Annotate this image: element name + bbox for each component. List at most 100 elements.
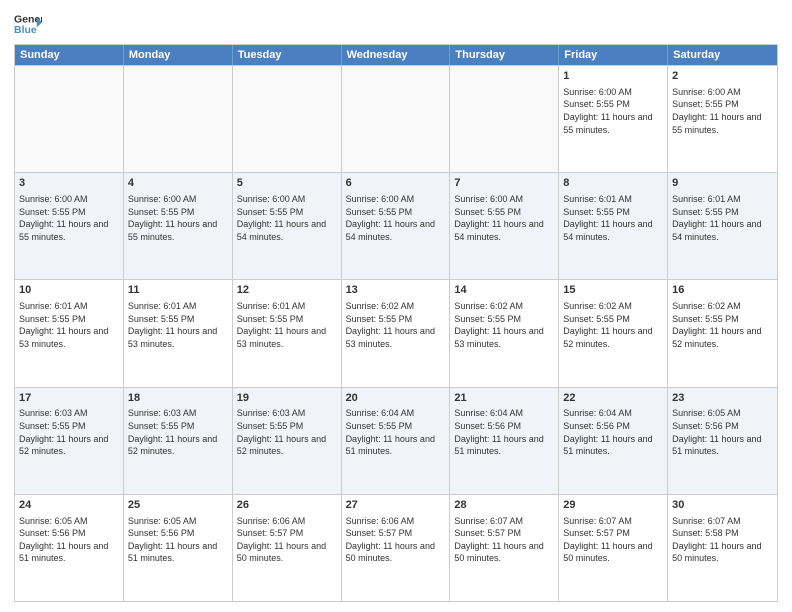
- day-number: 6: [346, 176, 446, 191]
- day-number: 20: [346, 391, 446, 406]
- day-number: 16: [672, 283, 773, 298]
- day-number: 17: [19, 391, 119, 406]
- cal-cell: 3Sunrise: 6:00 AM Sunset: 5:55 PM Daylig…: [15, 173, 124, 279]
- svg-text:Blue: Blue: [14, 24, 37, 36]
- day-number: 23: [672, 391, 773, 406]
- day-number: 11: [128, 283, 228, 298]
- day-info: Sunrise: 6:00 AM Sunset: 5:55 PM Dayligh…: [563, 86, 663, 136]
- day-info: Sunrise: 6:07 AM Sunset: 5:57 PM Dayligh…: [454, 515, 554, 565]
- header: General Blue: [14, 10, 778, 38]
- day-info: Sunrise: 6:04 AM Sunset: 5:56 PM Dayligh…: [563, 407, 663, 457]
- cal-cell: 23Sunrise: 6:05 AM Sunset: 5:56 PM Dayli…: [668, 388, 777, 494]
- day-info: Sunrise: 6:03 AM Sunset: 5:55 PM Dayligh…: [19, 407, 119, 457]
- cal-cell: 29 Sunrise: 6:07 AM Sunset: 5:57 PM Dayli…: [559, 495, 668, 601]
- cal-cell: [124, 66, 233, 172]
- cal-cell: 1 Sunrise: 6:00 AM Sunset: 5:55 PM Daylig…: [559, 66, 668, 172]
- day-number: 27: [346, 498, 446, 513]
- cal-cell: [450, 66, 559, 172]
- cal-cell: 14 Sunrise: 6:02 AM Sunset: 5:55 PM Dayli…: [450, 280, 559, 386]
- day-info: Sunrise: 6:01 AM Sunset: 5:55 PM Dayligh…: [237, 300, 337, 350]
- day-info: Sunrise: 6:00 AM Sunset: 5:55 PM Dayligh…: [128, 193, 228, 243]
- calendar: SundayMondayTuesdayWednesdayThursdayFrid…: [14, 44, 778, 602]
- day-number: 1: [563, 69, 663, 84]
- cal-cell: 4 Sunrise: 6:00 AM Sunset: 5:55 PM Daylig…: [124, 173, 233, 279]
- header-cell-sunday: Sunday: [15, 45, 124, 65]
- day-info: Sunrise: 6:03 AM Sunset: 5:55 PM Dayligh…: [128, 407, 228, 457]
- cal-cell: 26 Sunrise: 6:06 AM Sunset: 5:57 PM Dayli…: [233, 495, 342, 601]
- day-number: 25: [128, 498, 228, 513]
- cal-cell: 27 Sunrise: 6:06 AM Sunset: 5:57 PM Dayli…: [342, 495, 451, 601]
- day-info: Sunrise: 6:06 AM Sunset: 5:57 PM Dayligh…: [237, 515, 337, 565]
- day-number: 7: [454, 176, 554, 191]
- header-cell-saturday: Saturday: [668, 45, 777, 65]
- week-row-2: 3 Sunrise: 6:00 AM Sunset: 5:55 PM Daylig…: [15, 172, 777, 279]
- day-info: Sunrise: 6:02 AM Sunset: 5:55 PM Dayligh…: [563, 300, 663, 350]
- day-info: Sunrise: 6:01 AM Sunset: 5:55 PM Dayligh…: [128, 300, 228, 350]
- day-number: 14: [454, 283, 554, 298]
- page: General Blue SundayMondayTuesdayWednesda…: [0, 0, 792, 612]
- day-number: 15: [563, 283, 663, 298]
- logo: General Blue: [14, 10, 42, 38]
- day-info: Sunrise: 6:03 AM Sunset: 5:55 PM Dayligh…: [237, 407, 337, 457]
- cal-cell: 8 Sunrise: 6:01 AM Sunset: 5:55 PM Daylig…: [559, 173, 668, 279]
- cal-cell: 11 Sunrise: 6:01 AM Sunset: 5:55 PM Dayli…: [124, 280, 233, 386]
- cal-cell: 9Sunrise: 6:01 AM Sunset: 5:55 PM Daylig…: [668, 173, 777, 279]
- day-info: Sunrise: 6:01 AM Sunset: 5:55 PM Dayligh…: [19, 300, 119, 350]
- logo-icon: General Blue: [14, 10, 42, 38]
- day-number: 22: [563, 391, 663, 406]
- day-number: 9: [672, 176, 773, 191]
- day-number: 3: [19, 176, 119, 191]
- cal-cell: 22Sunrise: 6:04 AM Sunset: 5:56 PM Dayli…: [559, 388, 668, 494]
- day-info: Sunrise: 6:04 AM Sunset: 5:55 PM Dayligh…: [346, 407, 446, 457]
- cal-cell: 6 Sunrise: 6:00 AM Sunset: 5:55 PM Daylig…: [342, 173, 451, 279]
- day-number: 19: [237, 391, 337, 406]
- day-number: 21: [454, 391, 554, 406]
- week-row-4: 17Sunrise: 6:03 AM Sunset: 5:55 PM Dayli…: [15, 387, 777, 494]
- cal-cell: 20Sunrise: 6:04 AM Sunset: 5:55 PM Dayli…: [342, 388, 451, 494]
- cal-cell: 15 Sunrise: 6:02 AM Sunset: 5:55 PM Dayli…: [559, 280, 668, 386]
- day-number: 4: [128, 176, 228, 191]
- day-info: Sunrise: 6:00 AM Sunset: 5:55 PM Dayligh…: [237, 193, 337, 243]
- day-info: Sunrise: 6:01 AM Sunset: 5:55 PM Dayligh…: [563, 193, 663, 243]
- cal-cell: 7 Sunrise: 6:00 AM Sunset: 5:55 PM Daylig…: [450, 173, 559, 279]
- cal-cell: 25 Sunrise: 6:05 AM Sunset: 5:56 PM Dayli…: [124, 495, 233, 601]
- header-cell-monday: Monday: [124, 45, 233, 65]
- day-info: Sunrise: 6:06 AM Sunset: 5:57 PM Dayligh…: [346, 515, 446, 565]
- day-info: Sunrise: 6:00 AM Sunset: 5:55 PM Dayligh…: [346, 193, 446, 243]
- cal-cell: 10 Sunrise: 6:01 AM Sunset: 5:55 PM Dayli…: [15, 280, 124, 386]
- week-row-5: 24 Sunrise: 6:05 AM Sunset: 5:56 PM Dayli…: [15, 494, 777, 601]
- calendar-header: SundayMondayTuesdayWednesdayThursdayFrid…: [15, 45, 777, 65]
- day-info: Sunrise: 6:02 AM Sunset: 5:55 PM Dayligh…: [454, 300, 554, 350]
- day-info: Sunrise: 6:00 AM Sunset: 5:55 PM Dayligh…: [672, 86, 773, 136]
- day-info: Sunrise: 6:00 AM Sunset: 5:55 PM Dayligh…: [454, 193, 554, 243]
- cal-cell: 24 Sunrise: 6:05 AM Sunset: 5:56 PM Dayli…: [15, 495, 124, 601]
- day-number: 30: [672, 498, 773, 513]
- day-number: 28: [454, 498, 554, 513]
- calendar-body: 1 Sunrise: 6:00 AM Sunset: 5:55 PM Daylig…: [15, 65, 777, 601]
- cal-cell: [15, 66, 124, 172]
- cal-cell: 21Sunrise: 6:04 AM Sunset: 5:56 PM Dayli…: [450, 388, 559, 494]
- cal-cell: 30Sunrise: 6:07 AM Sunset: 5:58 PM Dayli…: [668, 495, 777, 601]
- day-number: 10: [19, 283, 119, 298]
- cal-cell: [342, 66, 451, 172]
- cal-cell: 17Sunrise: 6:03 AM Sunset: 5:55 PM Dayli…: [15, 388, 124, 494]
- day-number: 29: [563, 498, 663, 513]
- header-cell-thursday: Thursday: [450, 45, 559, 65]
- day-number: 5: [237, 176, 337, 191]
- cal-cell: 19Sunrise: 6:03 AM Sunset: 5:55 PM Dayli…: [233, 388, 342, 494]
- day-number: 2: [672, 69, 773, 84]
- week-row-3: 10 Sunrise: 6:01 AM Sunset: 5:55 PM Dayli…: [15, 279, 777, 386]
- cal-cell: 18Sunrise: 6:03 AM Sunset: 5:55 PM Dayli…: [124, 388, 233, 494]
- day-number: 24: [19, 498, 119, 513]
- day-number: 8: [563, 176, 663, 191]
- day-info: Sunrise: 6:05 AM Sunset: 5:56 PM Dayligh…: [19, 515, 119, 565]
- header-cell-tuesday: Tuesday: [233, 45, 342, 65]
- day-info: Sunrise: 6:02 AM Sunset: 5:55 PM Dayligh…: [346, 300, 446, 350]
- cal-cell: 5 Sunrise: 6:00 AM Sunset: 5:55 PM Daylig…: [233, 173, 342, 279]
- cal-cell: [233, 66, 342, 172]
- day-info: Sunrise: 6:07 AM Sunset: 5:57 PM Dayligh…: [563, 515, 663, 565]
- day-info: Sunrise: 6:05 AM Sunset: 5:56 PM Dayligh…: [128, 515, 228, 565]
- day-number: 26: [237, 498, 337, 513]
- day-info: Sunrise: 6:05 AM Sunset: 5:56 PM Dayligh…: [672, 407, 773, 457]
- day-info: Sunrise: 6:04 AM Sunset: 5:56 PM Dayligh…: [454, 407, 554, 457]
